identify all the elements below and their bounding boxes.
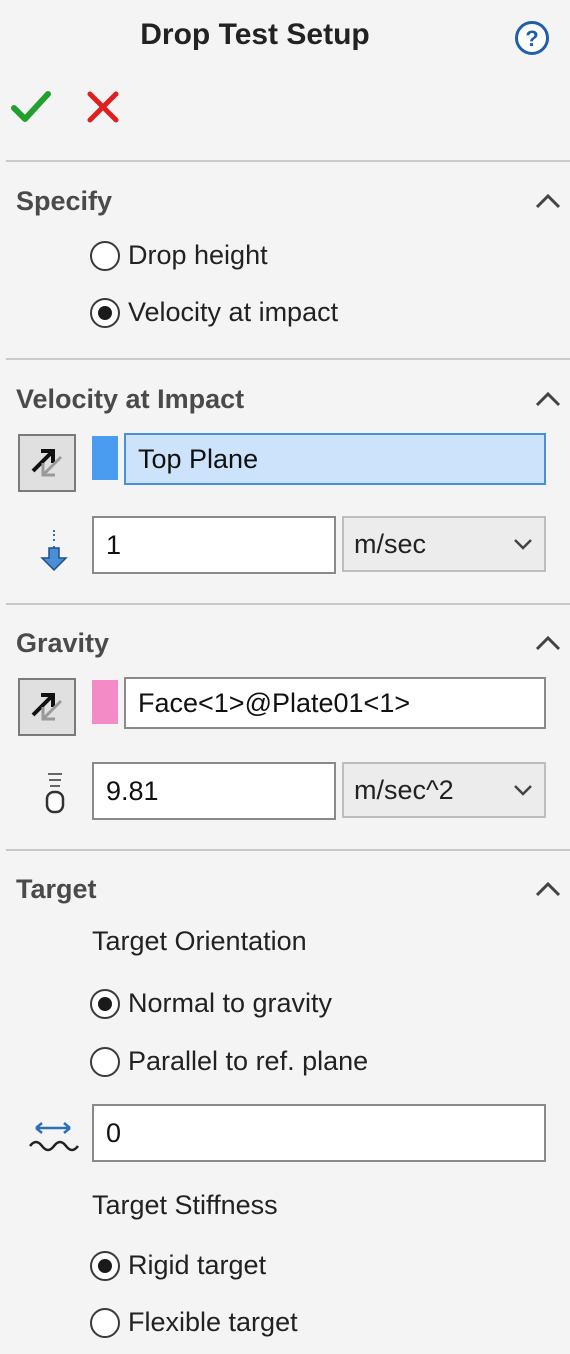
checkmark-icon — [11, 91, 51, 122]
radio-normal-to-gravity[interactable]: Normal to gravity — [90, 988, 332, 1019]
target-offset-input[interactable]: 0 — [92, 1104, 546, 1162]
color-swatch-blue — [92, 436, 118, 480]
radio-rigid-target[interactable]: Rigid target — [90, 1250, 266, 1281]
divider — [6, 849, 570, 851]
radio-circle — [90, 297, 120, 328]
velocity-value-input[interactable]: 1 — [92, 516, 336, 574]
ok-button[interactable] — [10, 88, 52, 126]
radio-selected-dot — [98, 1258, 112, 1273]
section-title-velocity[interactable]: Velocity at Impact — [16, 384, 244, 415]
radio-selected-dot — [98, 996, 112, 1011]
reverse-direction-icon — [31, 449, 63, 477]
radio-circle — [90, 1250, 120, 1281]
color-swatch-pink — [92, 680, 118, 724]
section-title-specify[interactable]: Specify — [16, 186, 112, 217]
section-title-gravity[interactable]: Gravity — [16, 628, 109, 659]
collapse-specify-chevron-up-icon[interactable] — [532, 190, 564, 212]
radio-label: Velocity at impact — [128, 297, 339, 327]
radio-circle — [90, 1307, 120, 1338]
cancel-button[interactable] — [84, 88, 122, 126]
velocity-arrow-icon — [36, 528, 72, 572]
radio-circle — [90, 988, 120, 1019]
radio-label: Parallel to ref. plane — [128, 1046, 369, 1076]
radio-circle — [90, 1046, 120, 1077]
reverse-direction-button[interactable] — [18, 434, 76, 492]
reverse-gravity-button[interactable] — [18, 678, 76, 736]
section-title-target[interactable]: Target — [16, 874, 97, 905]
direction-reference-field[interactable]: Top Plane — [124, 433, 546, 485]
collapse-velocity-chevron-up-icon[interactable] — [532, 388, 564, 410]
offset-distance-icon — [26, 1118, 80, 1154]
collapse-target-chevron-up-icon[interactable] — [532, 878, 564, 900]
radio-drop-height[interactable]: Drop height — [90, 240, 268, 271]
chevron-down-icon — [514, 785, 532, 796]
gravity-value-input[interactable]: 9.81 — [92, 762, 336, 820]
radio-velocity-at-impact[interactable]: Velocity at impact — [90, 297, 338, 328]
close-icon — [87, 91, 119, 123]
radio-label: Flexible target — [128, 1307, 298, 1337]
divider — [6, 160, 570, 162]
velocity-unit-label: m/sec — [354, 528, 427, 559]
radio-label: Normal to gravity — [128, 988, 333, 1018]
reverse-direction-icon — [31, 693, 63, 721]
radio-circle — [90, 240, 120, 271]
help-icon[interactable]: ? — [514, 20, 550, 56]
radio-selected-dot — [98, 305, 112, 320]
gravity-icon — [40, 770, 70, 816]
gravity-unit-dropdown[interactable]: m/sec^2 — [342, 762, 546, 818]
collapse-gravity-chevron-up-icon[interactable] — [532, 632, 564, 654]
target-stiffness-label: Target Stiffness — [92, 1190, 278, 1220]
radio-flexible-target[interactable]: Flexible target — [90, 1307, 298, 1338]
svg-text:?: ? — [525, 26, 538, 51]
radio-label: Drop height — [128, 240, 268, 270]
gravity-unit-label: m/sec^2 — [354, 774, 454, 805]
divider — [6, 358, 570, 360]
radio-label: Rigid target — [128, 1250, 267, 1280]
target-orientation-label: Target Orientation — [92, 926, 307, 956]
chevron-down-icon — [514, 539, 532, 550]
radio-parallel-to-ref-plane[interactable]: Parallel to ref. plane — [90, 1046, 368, 1077]
gravity-reference-field[interactable]: Face<1>@Plate01<1> — [124, 677, 546, 729]
panel-title: Drop Test Setup — [140, 18, 370, 51]
velocity-unit-dropdown[interactable]: m/sec — [342, 516, 546, 572]
divider — [6, 603, 570, 605]
